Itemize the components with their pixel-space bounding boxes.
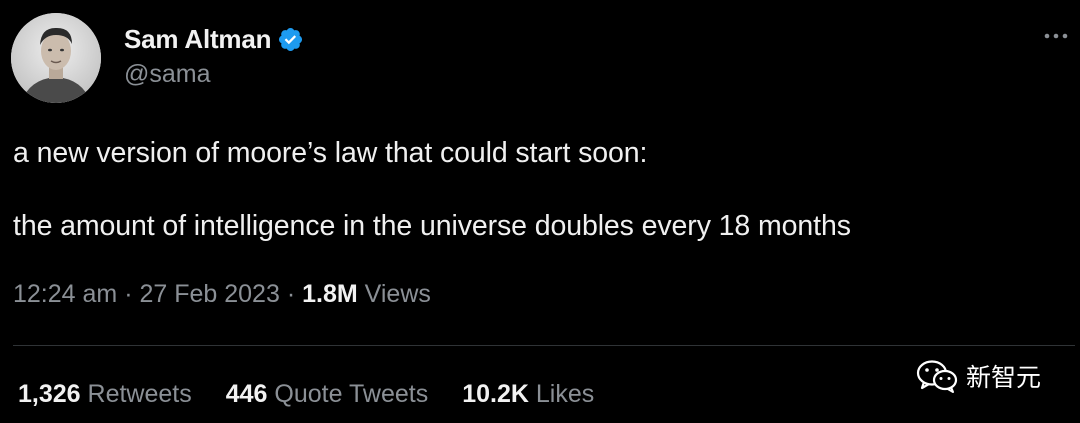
avatar[interactable] [11, 13, 101, 103]
divider [13, 345, 1075, 346]
engagement-stats: 1,326 Retweets 446 Quote Tweets 10.2K Like… [18, 380, 628, 409]
likes-count: 10.2K [462, 380, 529, 408]
meta-separator: · [117, 280, 140, 308]
retweets-stat[interactable]: 1,326 Retweets [18, 380, 192, 409]
wechat-icon [916, 360, 958, 393]
retweets-count: 1,326 [18, 380, 81, 408]
display-name[interactable]: Sam Altman [124, 24, 272, 55]
tweet-text-line-2: the amount of intelligence in the univer… [13, 210, 851, 242]
retweets-label: Retweets [80, 380, 192, 408]
verified-badge-icon [279, 27, 303, 51]
quote-tweets-stat[interactable]: 446 Quote Tweets [226, 380, 428, 409]
views-label: Views [357, 280, 431, 308]
tweet-time[interactable]: 12:24 am [13, 280, 117, 308]
quote-tweets-label: Quote Tweets [267, 380, 429, 408]
tweet-text-line-1: a new version of moore’s law that could … [13, 137, 648, 169]
likes-stat[interactable]: 10.2K Likes [462, 380, 594, 409]
tweet-meta: 12:24 am · 27 Feb 2023 · 1.8M Views [13, 280, 431, 309]
likes-label: Likes [528, 380, 595, 408]
author-handle[interactable]: @sama [124, 60, 211, 89]
views-count: 1.8M [302, 280, 358, 308]
tweet-date[interactable]: 27 Feb 2023 [139, 280, 279, 308]
watermark: 新智元 [916, 358, 1041, 394]
watermark-text: 新智元 [966, 363, 1042, 392]
meta-separator: · [279, 280, 303, 308]
author-name-row: Sam Altman [124, 22, 304, 56]
avatar-photo [11, 13, 101, 103]
more-horizontal-icon[interactable] [1040, 24, 1072, 48]
quote-tweets-count: 446 [225, 380, 268, 408]
